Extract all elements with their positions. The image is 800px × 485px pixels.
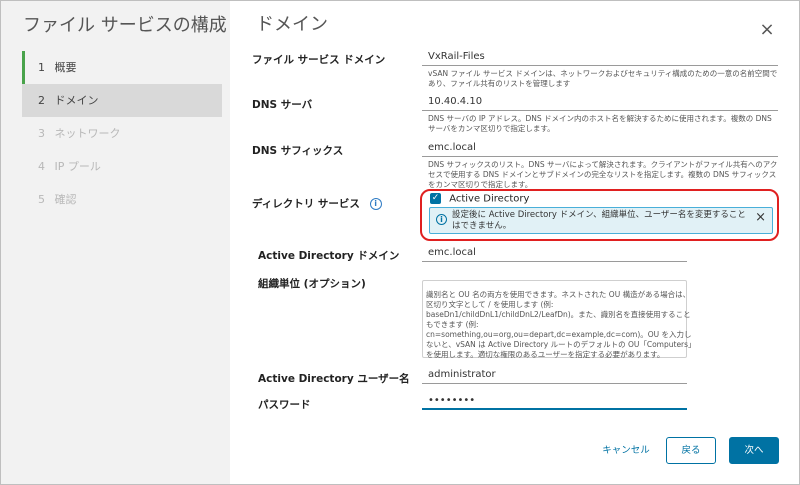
info-icon[interactable]: i <box>369 198 382 210</box>
step-label: ネットワーク <box>54 127 121 140</box>
ad-domain-input[interactable]: emc.local <box>422 245 687 262</box>
close-icon[interactable]: × <box>757 20 777 40</box>
file-services-domain-help: vSAN ファイル サービス ドメインは、ネットワークおよびセキュリティ構成のた… <box>428 69 778 88</box>
step-label: 概要 <box>54 61 77 74</box>
step-domain[interactable]: 2 ドメイン <box>22 84 222 117</box>
next-button[interactable]: 次へ <box>729 437 779 464</box>
step-number: 2 <box>38 94 45 107</box>
ou-help: 識別名と OU 名の両方を使用できます。ネストされた OU 構造がある場合は、区… <box>426 290 696 359</box>
dns-servers-help: DNS サーバの IP アドレス。DNS ドメイン内のホスト名を解決するために使… <box>428 114 772 133</box>
dns-suffixes-input[interactable]: emc.local <box>422 140 778 157</box>
step-ip-pool: 4 IP プール <box>22 150 222 183</box>
step-number: 5 <box>38 193 45 206</box>
ad-username-label: Active Directory ユーザー名 <box>258 373 410 385</box>
ad-username-input[interactable]: administrator <box>422 367 687 384</box>
wizard-main: ドメイン × ファイル サービス ドメイン VxRail-Files vSAN … <box>230 0 800 485</box>
step-label: IP プール <box>54 160 101 173</box>
step-network: 3 ネットワーク <box>22 117 222 150</box>
step-label: ドメイン <box>54 94 99 107</box>
step-number: 4 <box>38 160 45 173</box>
directory-service-label: ディレクトリ サービス i <box>252 196 382 211</box>
dns-suffixes-help: DNS サフィックスのリスト。DNS サーバによって解決されます。クライアントが… <box>428 160 778 189</box>
directory-service-label-text: ディレクトリ サービス <box>252 198 360 210</box>
password-input[interactable]: •••••••• <box>422 393 687 410</box>
step-number: 1 <box>38 61 45 74</box>
step-overview[interactable]: 1 概要 <box>22 51 222 84</box>
cancel-button[interactable]: キャンセル <box>593 437 659 464</box>
wizard-sidebar: ファイル サービスの構成 1 概要 2 ドメイン 3 ネットワーク 4 IP プ… <box>1 1 230 484</box>
password-label: パスワード <box>258 399 311 411</box>
wizard-title: ファイル サービスの構成 <box>23 15 227 36</box>
file-services-domain-input[interactable]: VxRail-Files <box>422 49 778 66</box>
step-number: 3 <box>38 127 45 140</box>
dns-suffixes-label: DNS サフィックス <box>252 145 344 157</box>
wizard-steps: 1 概要 2 ドメイン 3 ネットワーク 4 IP プール 5 確認 <box>22 51 222 216</box>
ad-domain-label: Active Directory ドメイン <box>258 250 400 262</box>
back-button[interactable]: 戻る <box>666 437 716 464</box>
ou-label: 組織単位 (オプション) <box>258 278 366 290</box>
dns-servers-input[interactable]: 10.40.4.10 <box>422 94 778 111</box>
step-review: 5 確認 <box>22 183 222 216</box>
dns-servers-label: DNS サーバ <box>252 99 313 111</box>
page-title: ドメイン <box>256 14 328 35</box>
file-services-domain-label: ファイル サービス ドメイン <box>252 54 386 66</box>
highlight-outline <box>420 189 779 241</box>
step-label: 確認 <box>54 193 77 206</box>
